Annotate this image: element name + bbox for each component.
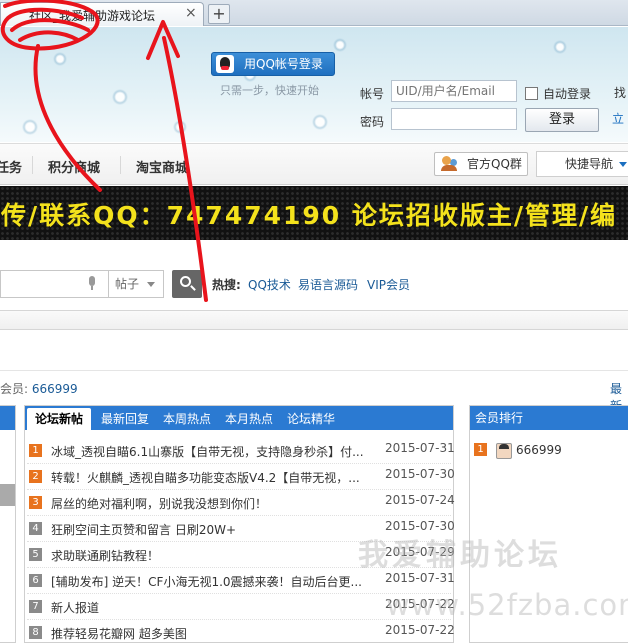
official-qq-group-button[interactable]: 官方QQ群 bbox=[434, 152, 528, 176]
list-item[interactable]: 2 转载！火麒麟_透视自瞄多功能变态版V4.2【自带无视，... 2015-07-3… bbox=[27, 464, 455, 490]
post-title-link[interactable]: [辅助发布] 逆天！CF小海无视1.0震撼来袭！自动后台更... bbox=[51, 573, 369, 590]
quick-nav-label: 快捷导航 bbox=[565, 157, 614, 171]
qq-login-button[interactable]: 用QQ帐号登录 bbox=[211, 52, 335, 76]
tab-latest-replies[interactable]: 最新回复 bbox=[101, 410, 149, 427]
post-title-link[interactable]: 推荐轻易花瓣网 超多美图 bbox=[51, 625, 369, 642]
close-tab-icon[interactable]: × bbox=[185, 5, 197, 21]
marquee-banner: 宣传/联系QQ：747474190 论坛招收版主/管理/编 bbox=[0, 186, 628, 240]
tab-new-posts[interactable]: 论坛新帖 bbox=[27, 408, 92, 430]
post-rank-number: 4 bbox=[29, 522, 42, 535]
hot-link-qq-tech[interactable]: QQ技术 bbox=[248, 276, 291, 293]
post-title-link[interactable]: 冰域_透视自瞄6.1山寨版【自带无视，支持隐身秒杀】付... bbox=[51, 443, 369, 460]
browser-tab-strip: 社区_我爱辅助游戏论坛 × + bbox=[0, 0, 628, 26]
post-rank-number: 3 bbox=[29, 496, 42, 509]
official-qq-group-label: 官方QQ群 bbox=[467, 157, 522, 171]
post-rank-number: 5 bbox=[29, 548, 42, 561]
search-button[interactable] bbox=[172, 270, 202, 298]
main-nav-bar: 任务 积分商城 淘宝商城 bbox=[0, 143, 628, 185]
chevron-down-icon bbox=[147, 282, 155, 287]
post-rank-number: 2 bbox=[29, 470, 42, 483]
post-rank-number: 8 bbox=[29, 626, 42, 639]
post-rank-number: 6 bbox=[29, 574, 42, 587]
member-stats: 会员: 666999 bbox=[0, 380, 78, 397]
qq-group-people-icon bbox=[441, 156, 459, 172]
hot-link-easy-lang-source[interactable]: 易语言源码 bbox=[298, 276, 358, 293]
search-icon bbox=[180, 276, 191, 287]
post-title-link[interactable]: 屌丝的绝对福利啊，别说我没想到你们！ bbox=[51, 495, 369, 512]
tab-featured[interactable]: 论坛精华 bbox=[287, 410, 335, 427]
list-item[interactable]: 3 屌丝的绝对福利啊，别说我没想到你们！ 2015-07-24 bbox=[27, 490, 455, 516]
list-item[interactable]: 1 冰域_透视自瞄6.1山寨版【自带无视，支持隐身秒杀】付... 2015-07-3… bbox=[27, 438, 455, 464]
post-title-link[interactable]: 狂刷空间主页赞和留言 日刷20W+ bbox=[51, 521, 369, 538]
qq-penguin-icon bbox=[216, 55, 234, 73]
search-icon-handle bbox=[190, 285, 196, 291]
post-rank-number: 1 bbox=[29, 444, 42, 457]
member-stats-prefix: 会员: bbox=[0, 382, 29, 396]
password-input[interactable] bbox=[391, 108, 517, 130]
auto-login-checkbox[interactable] bbox=[525, 87, 538, 100]
divider bbox=[0, 370, 628, 371]
login-button[interactable]: 登录 bbox=[525, 108, 599, 132]
avatar[interactable] bbox=[496, 443, 512, 459]
new-tab-button[interactable]: + bbox=[208, 4, 230, 24]
tab-monthly-hot[interactable]: 本月热点 bbox=[225, 410, 273, 427]
nav-item-points-mall[interactable]: 积分商城 bbox=[48, 157, 100, 176]
tab-weekly-hot[interactable]: 本周热点 bbox=[163, 410, 211, 427]
chevron-down-icon bbox=[619, 162, 627, 167]
search-type-select[interactable]: 帖子 bbox=[108, 270, 164, 298]
nav-item-tasks[interactable]: 任务 bbox=[0, 157, 22, 176]
account-label: 帐号 bbox=[360, 87, 385, 101]
post-rank-number: 7 bbox=[29, 600, 42, 613]
watermark-url: www.52fzba.com bbox=[386, 588, 628, 622]
watermark-title: 我爱辅助论坛 bbox=[358, 538, 562, 573]
post-date: 2015-07-24 bbox=[385, 493, 455, 507]
post-title-link[interactable]: 求助联通刷钻教程！ bbox=[51, 547, 369, 564]
member-ranking-title: 会员排行 bbox=[470, 406, 628, 430]
left-panel-header bbox=[0, 406, 15, 430]
member-stats-number[interactable]: 666999 bbox=[32, 382, 78, 396]
microphone-icon[interactable] bbox=[88, 276, 96, 290]
post-date: 2015-07-22 bbox=[385, 623, 455, 637]
header-cut-link[interactable]: 立 bbox=[612, 110, 624, 127]
nav-item-taobao-mall[interactable]: 淘宝商城 bbox=[136, 157, 188, 176]
nav-separator bbox=[120, 156, 121, 174]
hot-link-vip[interactable]: VIP会员 bbox=[367, 276, 410, 293]
banner-text: 宣传/联系QQ：747474190 论坛招收版主/管理/编 bbox=[0, 201, 618, 230]
ranking-member-name[interactable]: 666999 bbox=[516, 443, 562, 457]
header-cut-label: 找 bbox=[614, 86, 627, 100]
search-type-value: 帖子 bbox=[115, 277, 140, 291]
nav-separator bbox=[32, 156, 33, 174]
quick-nav-button[interactable]: 快捷导航 bbox=[536, 151, 628, 177]
qq-login-hint: 只需一步，快速开始 bbox=[220, 84, 319, 97]
list-item[interactable]: 8 推荐轻易花瓣网 超多美图 2015-07-22 bbox=[27, 620, 455, 643]
account-input[interactable] bbox=[391, 80, 517, 102]
ranking-number: 1 bbox=[474, 443, 487, 456]
post-title-link[interactable]: 转载！火麒麟_透视自瞄多功能变态版V4.2【自带无视，... bbox=[51, 469, 369, 486]
browser-tab[interactable]: 社区_我爱辅助游戏论坛 × bbox=[0, 2, 204, 26]
search-bar: 帖子 热搜: QQ技术 易语言源码 VIP会员 bbox=[0, 262, 628, 304]
hot-search-label: 热搜: bbox=[212, 278, 241, 292]
post-date: 2015-07-30 bbox=[385, 467, 455, 481]
left-panel-selected-item[interactable] bbox=[0, 484, 15, 506]
left-panel bbox=[0, 405, 16, 643]
password-label: 密码 bbox=[360, 115, 385, 129]
sub-nav-strip bbox=[0, 310, 628, 330]
browser-tab-title: 社区_我爱辅助游戏论坛 bbox=[29, 9, 156, 23]
posts-tab-bar: 论坛新帖 最新回复 本周热点 本月热点 论坛精华 bbox=[25, 406, 453, 430]
auto-login-label: 自动登录 bbox=[543, 87, 592, 101]
post-title-link[interactable]: 新人报道 bbox=[51, 599, 369, 616]
post-date: 2015-07-31 bbox=[385, 441, 455, 455]
qq-login-label: 用QQ帐号登录 bbox=[244, 57, 323, 71]
